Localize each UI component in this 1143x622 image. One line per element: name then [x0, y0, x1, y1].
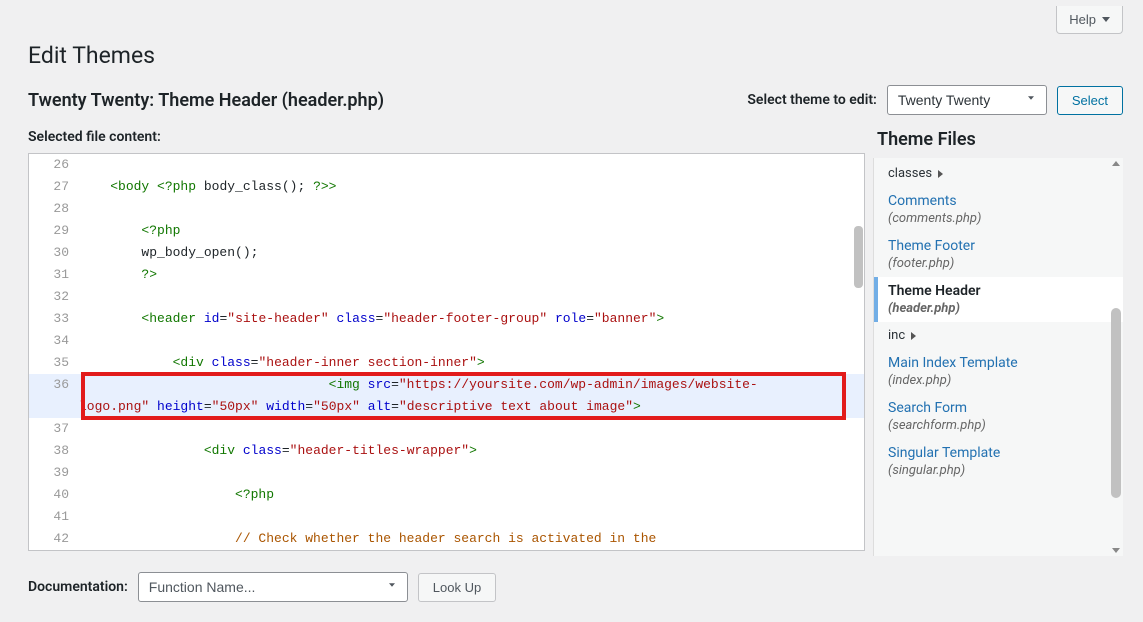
- code-line[interactable]: 38 <div class="header-titles-wrapper">: [29, 440, 864, 462]
- file-name: Theme Footer: [888, 238, 1113, 254]
- code-content[interactable]: <div class="header-inner section-inner">: [79, 352, 864, 374]
- code-content[interactable]: logo.png" height="50px" width="50px" alt…: [79, 396, 864, 418]
- code-content[interactable]: <header id="site-header" class="header-f…: [79, 308, 864, 330]
- scroll-down-icon: [1112, 548, 1120, 553]
- folder-item[interactable]: classes: [874, 160, 1123, 187]
- code-content[interactable]: [79, 154, 864, 176]
- file-item[interactable]: Comments (comments.php): [874, 187, 1123, 232]
- code-line[interactable]: 37: [29, 418, 864, 440]
- folder-label: inc: [888, 328, 905, 343]
- documentation-select[interactable]: Function Name...: [138, 572, 408, 602]
- line-number: [29, 396, 79, 418]
- code-line[interactable]: 42 // Check whether the header search is…: [29, 528, 864, 550]
- line-number: 31: [29, 264, 79, 286]
- theme-select[interactable]: Twenty Twenty: [887, 85, 1047, 115]
- help-button[interactable]: Help: [1056, 6, 1123, 34]
- file-name: Singular Template: [888, 445, 1113, 461]
- code-line[interactable]: 40 <?php: [29, 484, 864, 506]
- code-line[interactable]: 30 wp_body_open();: [29, 242, 864, 264]
- code-editor[interactable]: 2627 <body <?php body_class(); ?>>2829 <…: [28, 153, 865, 551]
- file-heading: Twenty Twenty: Theme Header (header.php): [28, 90, 384, 111]
- code-content[interactable]: <img src="https://yoursite.com/wp-admin/…: [79, 374, 864, 396]
- file-item[interactable]: Theme Header (header.php): [874, 277, 1123, 322]
- line-number: 37: [29, 418, 79, 440]
- code-line[interactable]: 28: [29, 198, 864, 220]
- caret-right-icon: [911, 332, 916, 340]
- code-line[interactable]: 29 <?php: [29, 220, 864, 242]
- file-item[interactable]: Search Form (searchform.php): [874, 394, 1123, 439]
- file-subname: (singular.php): [888, 463, 1113, 478]
- file-name: Main Index Template: [888, 355, 1113, 371]
- code-content[interactable]: [79, 198, 864, 220]
- line-number: 34: [29, 330, 79, 352]
- code-content[interactable]: <div class="header-titles-wrapper">: [79, 440, 864, 462]
- line-number: 39: [29, 462, 79, 484]
- line-number: 28: [29, 198, 79, 220]
- line-number: 40: [29, 484, 79, 506]
- code-line[interactable]: logo.png" height="50px" width="50px" alt…: [29, 396, 864, 418]
- select-button[interactable]: Select: [1057, 86, 1123, 115]
- code-content[interactable]: [79, 330, 864, 352]
- theme-files-title: Theme Files: [877, 129, 1123, 150]
- code-line[interactable]: 41: [29, 506, 864, 528]
- line-number: 42: [29, 528, 79, 550]
- sidebar-scrollbar[interactable]: [1111, 158, 1121, 556]
- code-content[interactable]: // Check whether the header search is ac…: [79, 528, 864, 550]
- code-line[interactable]: 27 <body <?php body_class(); ?>>: [29, 176, 864, 198]
- scrollbar-thumb[interactable]: [854, 226, 863, 288]
- code-content[interactable]: [79, 462, 864, 484]
- line-number: 33: [29, 308, 79, 330]
- code-content[interactable]: [79, 286, 864, 308]
- code-content[interactable]: [79, 506, 864, 528]
- code-line[interactable]: 31 ?>: [29, 264, 864, 286]
- code-content[interactable]: ?>: [79, 264, 864, 286]
- code-line[interactable]: 36 <img src="https://yoursite.com/wp-adm…: [29, 374, 864, 396]
- caret-right-icon: [938, 170, 943, 178]
- line-number: 27: [29, 176, 79, 198]
- file-item[interactable]: Theme Footer (footer.php): [874, 232, 1123, 277]
- line-number: 30: [29, 242, 79, 264]
- file-name: Comments: [888, 193, 1113, 209]
- line-number: 41: [29, 506, 79, 528]
- file-item[interactable]: Main Index Template (index.php): [874, 349, 1123, 394]
- line-number: 32: [29, 286, 79, 308]
- line-number: 29: [29, 220, 79, 242]
- file-name: Search Form: [888, 400, 1113, 416]
- file-subname: (header.php): [888, 301, 1113, 316]
- caret-down-icon: [1102, 17, 1110, 22]
- file-item[interactable]: Singular Template (singular.php): [874, 439, 1123, 484]
- code-line[interactable]: 32: [29, 286, 864, 308]
- folder-label: classes: [888, 166, 932, 181]
- lookup-button[interactable]: Look Up: [418, 573, 496, 602]
- file-subname: (comments.php): [888, 211, 1113, 226]
- code-content[interactable]: <?php: [79, 220, 864, 242]
- code-line[interactable]: 34: [29, 330, 864, 352]
- line-number: 26: [29, 154, 79, 176]
- code-line[interactable]: 39: [29, 462, 864, 484]
- code-content[interactable]: <?php: [79, 484, 864, 506]
- selected-file-label: Selected file content:: [28, 129, 865, 145]
- file-subname: (footer.php): [888, 256, 1113, 271]
- line-number: 35: [29, 352, 79, 374]
- code-content[interactable]: [79, 418, 864, 440]
- code-line[interactable]: 26: [29, 154, 864, 176]
- page-title: Edit Themes: [28, 42, 1123, 69]
- file-name: Theme Header: [888, 283, 1113, 299]
- code-content[interactable]: wp_body_open();: [79, 242, 864, 264]
- scroll-up-icon: [1112, 161, 1120, 166]
- theme-select-label: Select theme to edit:: [747, 92, 876, 108]
- scrollbar-thumb[interactable]: [1111, 308, 1121, 498]
- code-line[interactable]: 33 <header id="site-header" class="heade…: [29, 308, 864, 330]
- line-number: 36: [29, 374, 79, 396]
- folder-item[interactable]: inc: [874, 322, 1123, 349]
- file-subname: (index.php): [888, 373, 1113, 388]
- documentation-label: Documentation:: [28, 579, 128, 595]
- help-label: Help: [1069, 12, 1096, 27]
- code-line[interactable]: 35 <div class="header-inner section-inne…: [29, 352, 864, 374]
- file-subname: (searchform.php): [888, 418, 1113, 433]
- code-content[interactable]: <body <?php body_class(); ?>>: [79, 176, 864, 198]
- line-number: 38: [29, 440, 79, 462]
